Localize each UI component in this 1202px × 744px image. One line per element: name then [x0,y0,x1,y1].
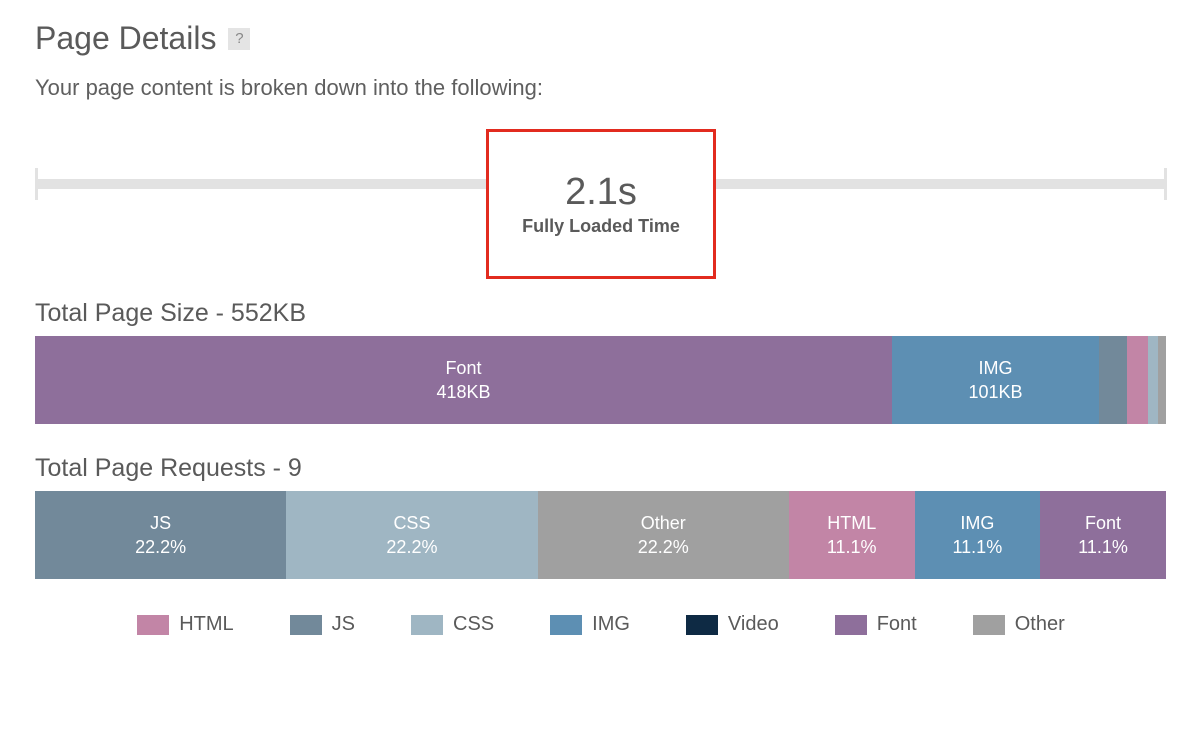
page-title: Page Details ? [35,20,1167,57]
legend-swatch [686,615,718,635]
segment-label: IMG [960,511,994,535]
segment-font[interactable]: Font11.1% [1040,491,1166,579]
legend-label: Other [1015,613,1065,636]
legend-label: Font [877,613,917,636]
segment-other[interactable]: Other [1158,336,1166,424]
segment-img[interactable]: IMG11.1% [915,491,1041,579]
segment-label: JS [150,511,171,535]
legend-label: IMG [592,613,630,636]
segment-js[interactable]: JS [1099,336,1127,424]
legend-label: JS [332,613,355,636]
legend-item-font[interactable]: Font [835,613,917,636]
segment-label: Other [641,511,686,535]
fully-loaded-box: 2.1s Fully Loaded Time [486,129,716,279]
segment-html[interactable]: HTML [1127,336,1147,424]
segment-value: 418KB [436,380,490,404]
legend-item-video[interactable]: Video [686,613,779,636]
legend-item-css[interactable]: CSS [411,613,494,636]
segment-value: 22.2% [135,535,186,559]
legend-item-js[interactable]: JS [290,613,355,636]
segment-img[interactable]: IMG101KB [892,336,1099,424]
page-size-title: Total Page Size - 552KB [35,299,1167,328]
legend-swatch [137,615,169,635]
legend-item-img[interactable]: IMG [550,613,630,636]
legend-item-html[interactable]: HTML [137,613,233,636]
segment-js[interactable]: JS22.2% [35,491,286,579]
page-requests-bar: JS22.2%CSS22.2%Other22.2%HTML11.1%IMG11.… [35,491,1167,579]
fully-loaded-time: 2.1s [565,171,637,214]
segment-value: 101KB [968,380,1022,404]
segment-value: 22.2% [638,535,689,559]
timeline: 2.1s Fully Loaded Time [35,129,1167,269]
segment-label: Font [445,356,481,380]
legend-swatch [550,615,582,635]
segment-label: Font [1085,511,1121,535]
fully-loaded-label: Fully Loaded Time [522,216,680,237]
legend-swatch [973,615,1005,635]
segment-label: IMG [978,356,1012,380]
segment-value: 11.1% [1078,535,1128,559]
help-icon[interactable]: ? [228,28,250,50]
legend-swatch [290,615,322,635]
segment-other[interactable]: Other22.2% [538,491,789,579]
page-requests-title: Total Page Requests - 9 [35,454,1167,483]
legend: HTML JS CSS IMG Video Font Other [35,613,1167,636]
legend-swatch [411,615,443,635]
legend-label: HTML [179,613,233,636]
segment-label: CSS [393,511,430,535]
legend-label: CSS [453,613,494,636]
subtitle: Your page content is broken down into th… [35,75,1167,101]
legend-swatch [835,615,867,635]
page-title-text: Page Details [35,20,216,57]
segment-css[interactable]: CSS22.2% [286,491,537,579]
segment-label: HTML [827,511,876,535]
segment-font[interactable]: Font418KB [35,336,892,424]
legend-item-other[interactable]: Other [973,613,1065,636]
segment-css[interactable]: CSS [1148,336,1158,424]
segment-value: 22.2% [386,535,437,559]
legend-label: Video [728,613,779,636]
segment-html[interactable]: HTML11.1% [789,491,915,579]
segment-value: 11.1% [953,535,1003,559]
segment-value: 11.1% [827,535,877,559]
page-size-bar: Font418KBIMG101KBJSHTMLCSSOther [35,336,1167,424]
